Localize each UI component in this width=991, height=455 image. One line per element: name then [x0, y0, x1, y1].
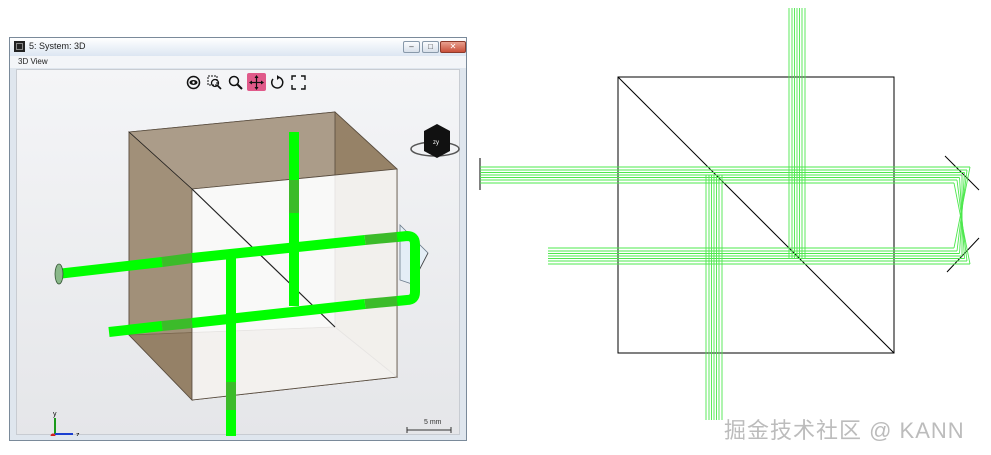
- system-3d-window: 5: System: 3D – □ ✕ 3D View zy y z 5 mm: [9, 37, 467, 441]
- watermark: 掘金技术社区 @ KANN: [724, 418, 965, 443]
- zoom-icon: [228, 75, 243, 90]
- axis-triad: y z: [50, 411, 80, 436]
- diagram-beams: [480, 8, 971, 420]
- window-title: 5: System: 3D: [29, 41, 86, 51]
- beamsplitter-diagram: [479, 8, 980, 420]
- lower-beam-edge: [161, 318, 193, 331]
- maximize-button[interactable]: □: [422, 41, 439, 53]
- scale-bar: [406, 427, 452, 433]
- pan-tool-button[interactable]: [247, 73, 266, 91]
- eye-icon: [186, 75, 201, 89]
- title-bar[interactable]: 5: System: 3D – □ ✕: [10, 38, 466, 56]
- menu-bar: 3D View: [10, 56, 466, 68]
- output-beam: [108, 321, 163, 337]
- rotate-tool-button[interactable]: [268, 73, 287, 91]
- close-button[interactable]: ✕: [440, 41, 466, 53]
- zoom-window-tool-button[interactable]: [205, 73, 224, 91]
- rotate-icon: [271, 74, 284, 89]
- 3d-scene: zy y z: [50, 111, 460, 436]
- zoom-window-icon: [207, 75, 222, 90]
- cube-diagonal: [617, 76, 895, 354]
- fit-tool-button[interactable]: [289, 73, 308, 91]
- orientation-face-label: zy: [433, 140, 439, 146]
- orientation-cube[interactable]: zy: [410, 124, 460, 158]
- zoom-tool-button[interactable]: [226, 73, 245, 91]
- 3d-viewport[interactable]: zy y z 5 mm: [16, 69, 460, 436]
- eye-tool-button[interactable]: [184, 73, 203, 91]
- scale-bar-label: 5 mm: [424, 419, 442, 426]
- minimize-button[interactable]: –: [403, 41, 420, 53]
- lower-beam-inside: [364, 296, 398, 309]
- pan-icon: [249, 74, 264, 90]
- upper-beam-inside: [364, 232, 398, 245]
- menu-3d-view[interactable]: 3D View: [18, 57, 48, 66]
- z-axis-label: z: [76, 432, 80, 436]
- input-beam-inside: [161, 253, 193, 267]
- fit-icon: [291, 74, 306, 90]
- lower-right-mirror: [946, 237, 980, 273]
- app-icon: [14, 41, 25, 52]
- y-axis-label: y: [53, 411, 57, 418]
- source-aperture: [54, 263, 64, 285]
